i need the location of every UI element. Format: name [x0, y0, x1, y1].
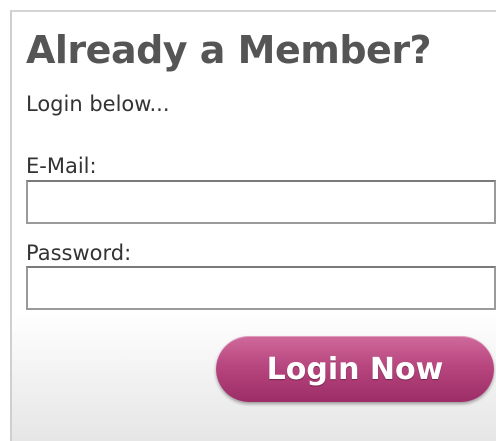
password-label: Password:	[26, 241, 132, 265]
password-field[interactable]	[26, 266, 496, 310]
login-now-button[interactable]: Login Now	[216, 336, 494, 402]
email-label: E-Mail:	[26, 154, 97, 178]
login-subtitle: Login below...	[26, 92, 170, 116]
login-title: Already a Member?	[26, 28, 432, 72]
login-panel: Already a Member? Login below... E-Mail:…	[10, 10, 496, 441]
email-field[interactable]	[26, 180, 496, 224]
